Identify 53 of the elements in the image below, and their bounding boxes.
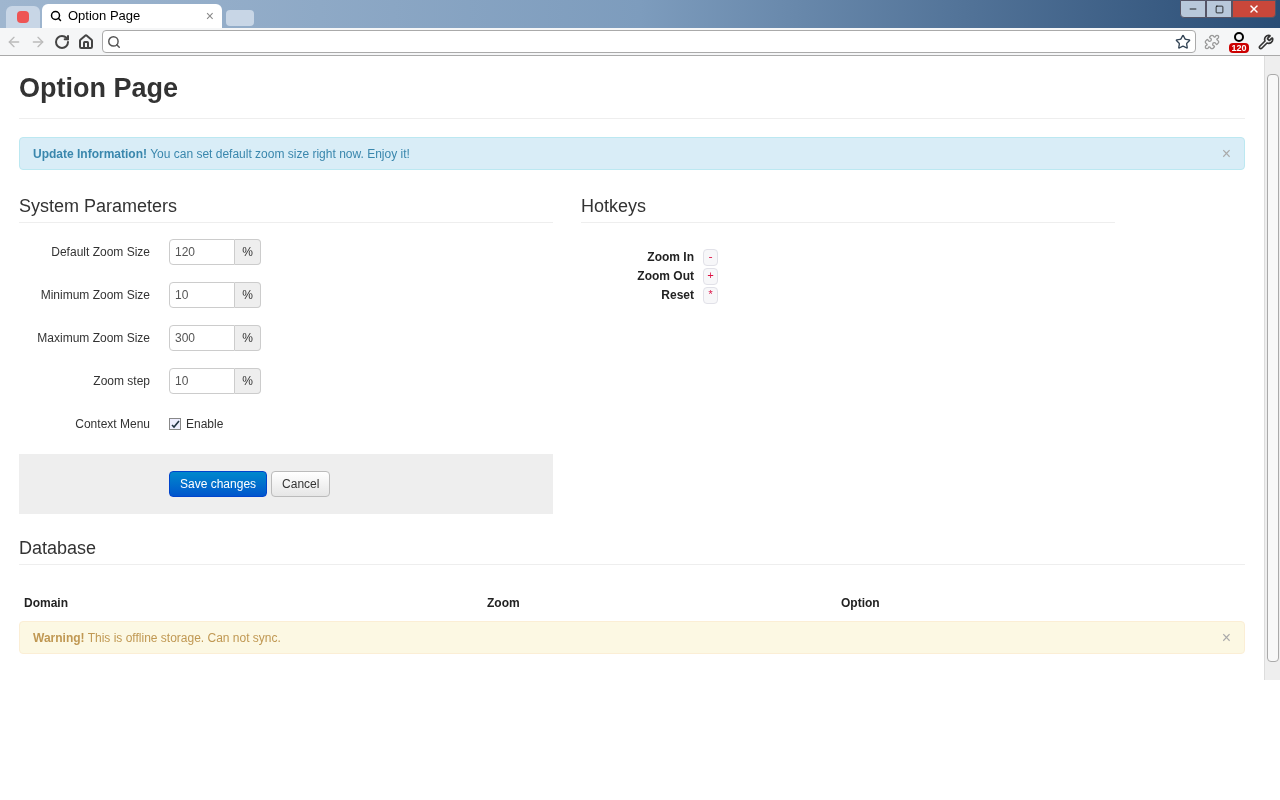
tab-close-button[interactable]: × (205, 5, 214, 27)
minimize-button[interactable] (1180, 0, 1206, 18)
alert-text: Update Information! You can set default zoom size right now. Enjoy it! (33, 145, 411, 163)
app-tab[interactable] (6, 6, 40, 28)
scrollbar[interactable] (1264, 56, 1280, 680)
field-label: Context Menu (74, 416, 150, 433)
page-title: Option Page (19, 70, 1245, 119)
maximize-icon (1214, 4, 1224, 14)
number-input[interactable]: 120 (169, 239, 235, 265)
field-label: Maximum Zoom Size (36, 330, 150, 347)
app-logo-icon (17, 11, 29, 23)
search-icon (107, 34, 121, 49)
browser-tab[interactable]: Option Page × (42, 4, 222, 28)
save-button[interactable]: Save changes (169, 471, 268, 497)
puzzle-icon[interactable] (1204, 33, 1220, 50)
section-heading: Hotkeys (581, 192, 1115, 223)
home-icon[interactable] (78, 33, 94, 50)
reload-icon[interactable] (54, 33, 70, 50)
hotkey-label: Reset (660, 287, 694, 304)
extension-badge: 120 (1229, 42, 1249, 53)
section-heading: Database (19, 534, 1245, 565)
unit-addon: % (235, 325, 261, 351)
field-label: Default Zoom Size (50, 244, 150, 261)
alert-text: Warning! This is offline storage. Can not sync. (33, 629, 282, 647)
hotkey-key: - (703, 248, 718, 266)
checkbox[interactable] (169, 418, 181, 430)
close-icon (1248, 3, 1260, 15)
restore-button[interactable] (1206, 0, 1232, 18)
hotkey-key: + (703, 267, 718, 285)
section-heading: System Parameters (19, 192, 553, 223)
checkbox-label: Enable (186, 416, 224, 433)
unit-addon: % (235, 239, 261, 265)
field-label: Minimum Zoom Size (39, 287, 150, 304)
column-header: Option (841, 595, 881, 612)
cancel-button[interactable]: Cancel (271, 471, 331, 497)
unit-addon: % (235, 282, 261, 308)
number-input[interactable]: 10 (169, 282, 235, 308)
hotkey-label: Zoom Out (636, 268, 694, 285)
hotkey-key: * (703, 286, 718, 304)
search-icon (50, 10, 62, 22)
number-input[interactable]: 300 (169, 325, 235, 351)
column-header: Domain (24, 595, 69, 612)
field-label: Zoom step (92, 373, 150, 390)
wrench-icon[interactable] (1258, 33, 1274, 50)
number-input[interactable]: 10 (169, 368, 235, 394)
close-button[interactable] (1232, 0, 1276, 18)
extension-icon[interactable] (1234, 31, 1244, 42)
star-icon[interactable] (1175, 33, 1191, 50)
hotkey-label: Zoom In (646, 249, 694, 266)
scrollbar-thumb[interactable] (1266, 74, 1279, 662)
unit-addon: % (235, 368, 261, 394)
tab-title: Option Page (68, 7, 142, 26)
column-header: Zoom (487, 595, 521, 612)
